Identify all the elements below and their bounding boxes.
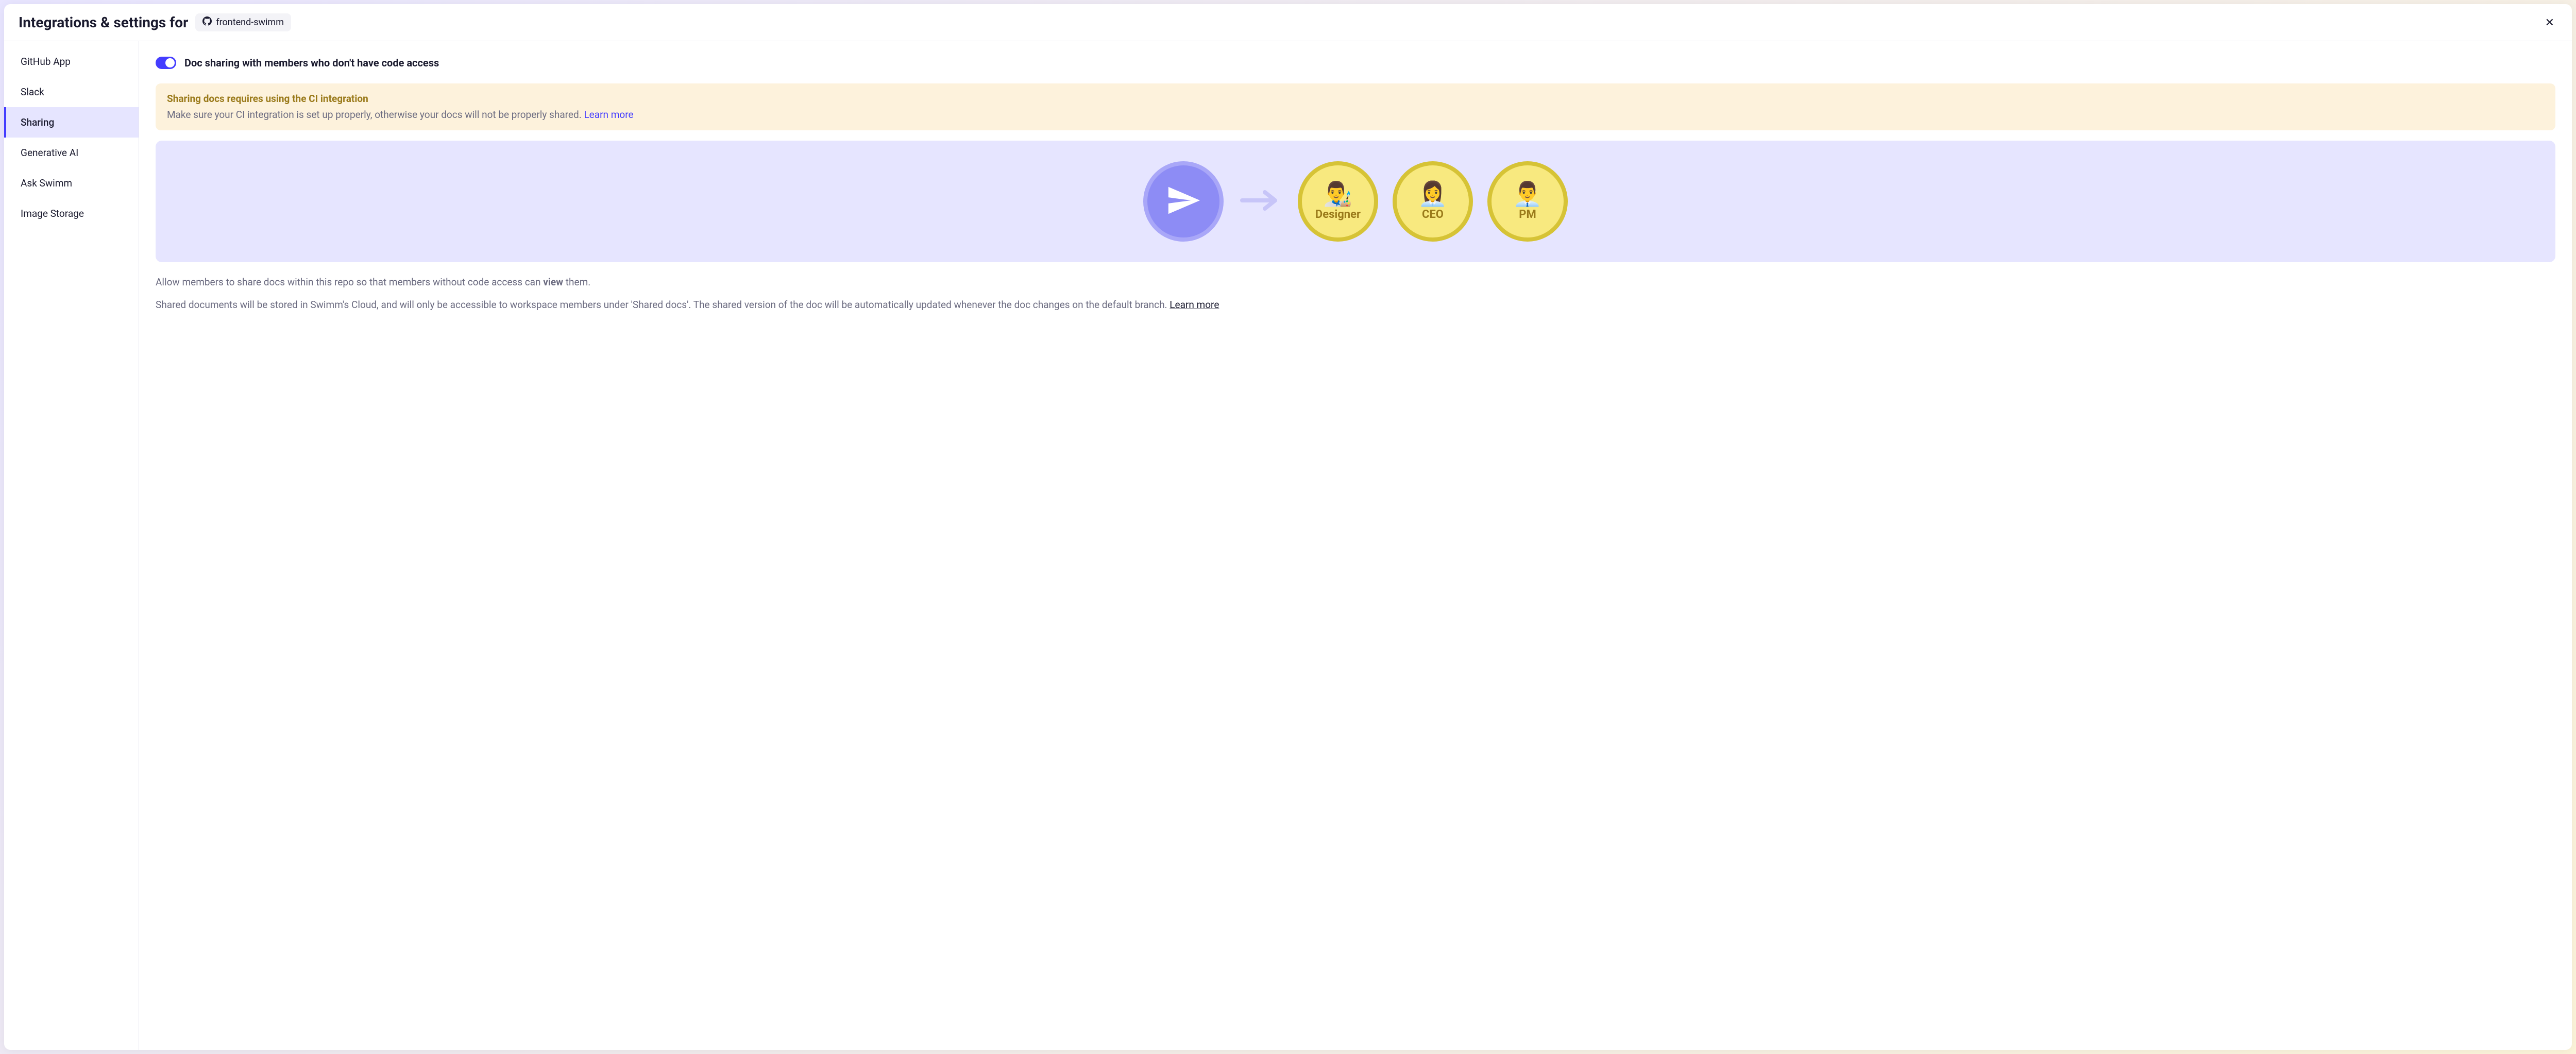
page-title: Integrations & settings for [19, 14, 188, 31]
sidebar-item-ask-swimm[interactable]: Ask Swimm [4, 168, 139, 198]
description-2: Shared documents will be stored in Swimm… [156, 297, 2555, 313]
github-icon [202, 16, 212, 28]
role-label: CEO [1422, 208, 1444, 221]
main-content: Doc sharing with members who don't have … [139, 41, 2572, 1050]
settings-modal: Integrations & settings for frontend-swi… [4, 4, 2572, 1050]
desc1-suffix: them. [563, 276, 590, 288]
sidebar-item-generative-ai[interactable]: Generative AI [4, 138, 139, 168]
sidebar-item-label: Image Storage [21, 208, 84, 219]
repo-name: frontend-swimm [216, 17, 284, 28]
sidebar-item-label: Slack [21, 86, 44, 98]
sidebar-item-github-app[interactable]: GitHub App [4, 46, 139, 77]
role-emoji: 👩‍💼 [1418, 182, 1447, 206]
arrow-icon [1240, 185, 1281, 218]
warning-title: Sharing docs requires using the CI integ… [167, 92, 2544, 107]
sidebar-item-slack[interactable]: Slack [4, 77, 139, 107]
modal-body: GitHub App Slack Sharing Generative AI A… [4, 41, 2572, 1050]
sidebar-item-sharing[interactable]: Sharing [4, 107, 139, 138]
sidebar-item-label: Ask Swimm [21, 177, 72, 189]
doc-sharing-toggle[interactable] [156, 57, 176, 69]
ci-warning-banner: Sharing docs requires using the CI integ… [156, 83, 2555, 130]
role-circles: 👨‍🎨 Designer 👩‍💼 CEO 👨‍💼 PM [1298, 161, 1568, 242]
desc1-bold: view [543, 276, 563, 288]
repo-chip[interactable]: frontend-swimm [195, 13, 291, 31]
send-circle [1143, 161, 1224, 242]
sidebar-item-label: Generative AI [21, 147, 78, 159]
warning-learn-more-link[interactable]: Learn more [584, 109, 633, 121]
desc1-prefix: Allow members to share docs within this … [156, 276, 543, 288]
sidebar-item-label: Sharing [21, 116, 54, 128]
role-emoji: 👨‍🎨 [1323, 182, 1352, 206]
paper-plane-icon [1165, 182, 1201, 220]
role-label: PM [1519, 208, 1536, 221]
doc-sharing-toggle-label: Doc sharing with members who don't have … [184, 57, 439, 69]
description-1: Allow members to share docs within this … [156, 275, 2555, 290]
sidebar-item-image-storage[interactable]: Image Storage [4, 198, 139, 229]
role-ceo: 👩‍💼 CEO [1393, 161, 1473, 242]
role-label: Designer [1315, 208, 1361, 221]
doc-sharing-toggle-row: Doc sharing with members who don't have … [156, 57, 2555, 69]
close-button[interactable]: ✕ [2542, 14, 2557, 31]
sidebar: GitHub App Slack Sharing Generative AI A… [4, 41, 139, 1050]
sidebar-item-label: GitHub App [21, 56, 71, 67]
modal-header: Integrations & settings for frontend-swi… [4, 4, 2572, 41]
sharing-illustration: 👨‍🎨 Designer 👩‍💼 CEO 👨‍💼 PM [156, 141, 2555, 262]
warning-body-text: Make sure your CI integration is set up … [167, 109, 584, 121]
role-designer: 👨‍🎨 Designer [1298, 161, 1378, 242]
description-learn-more-link[interactable]: Learn more [1170, 299, 1219, 311]
role-pm: 👨‍💼 PM [1487, 161, 1568, 242]
close-icon: ✕ [2545, 16, 2554, 29]
warning-body: Make sure your CI integration is set up … [167, 108, 2544, 123]
role-emoji: 👨‍💼 [1513, 182, 1542, 206]
desc2-prefix: Shared documents will be stored in Swimm… [156, 299, 1170, 311]
